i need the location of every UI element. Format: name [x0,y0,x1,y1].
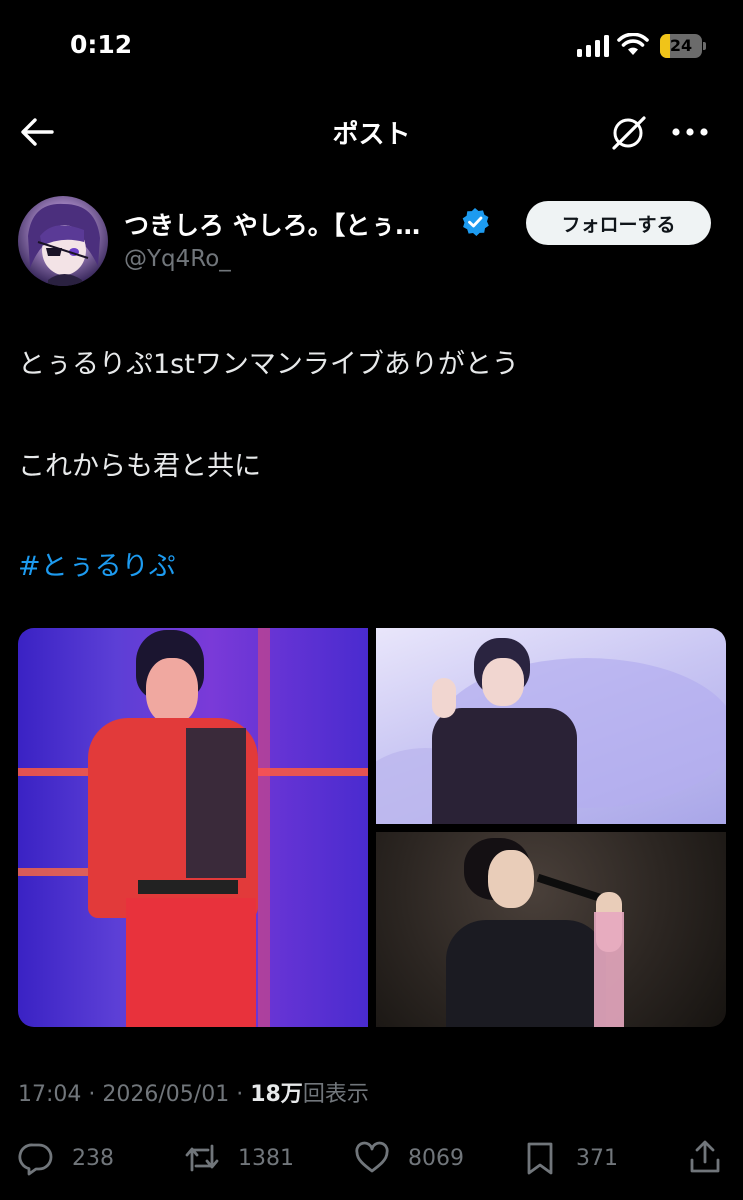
meta-separator: · [229,1082,251,1107]
avatar[interactable] [18,196,108,286]
post-time: 17:04 [18,1082,82,1107]
status-bar: 0:12 24 [0,0,743,95]
more-icon[interactable] [668,120,712,144]
reply-count: 238 [72,1145,114,1171]
repost-icon [185,1144,219,1172]
photo-3[interactable] [376,832,726,1027]
author-handle[interactable]: @Yq4Ro_ [124,246,231,272]
photo-1[interactable] [18,628,368,1027]
views-label[interactable]: 回表示 [303,1082,369,1107]
like-button[interactable]: 8069 [354,1140,464,1176]
grok-icon[interactable] [608,112,650,154]
post-date: 2026/05/01 [102,1082,230,1107]
cellular-signal-icon [577,35,609,57]
battery-icon: 24 [660,34,706,58]
wifi-icon [617,33,649,55]
like-count: 8069 [408,1145,464,1171]
share-icon[interactable] [688,1138,722,1174]
like-icon [355,1141,389,1173]
battery-level: 24 [669,36,693,55]
photo-2[interactable] [376,628,726,824]
post-meta: 17:04 · 2026/05/01 · 18万回表示 [18,1076,369,1108]
bookmark-count: 371 [576,1145,618,1171]
reply-icon [18,1143,53,1176]
reply-button[interactable]: 238 [18,1140,114,1176]
post-text-line-1: とぅるりぷ1stワンマンライブありがとう [18,349,519,380]
hashtag-link[interactable]: #とぅるりぷ [18,544,176,583]
bookmark-button[interactable]: 371 [522,1140,618,1176]
repost-button[interactable]: 1381 [184,1140,294,1176]
repost-count: 1381 [238,1145,294,1171]
media-grid [18,628,726,1027]
post-text-line-2: これからも君と共に [18,451,261,482]
views-count[interactable]: 18万 [250,1082,303,1107]
status-time: 0:12 [70,30,133,59]
bookmark-icon [527,1142,553,1175]
meta-separator: · [81,1082,103,1107]
nav-bar: ポスト [0,100,743,164]
author-name[interactable]: つきしろ やしろ。【とぅ… [124,206,420,242]
follow-button[interactable]: フォローする [526,201,711,245]
verified-icon [462,208,489,236]
